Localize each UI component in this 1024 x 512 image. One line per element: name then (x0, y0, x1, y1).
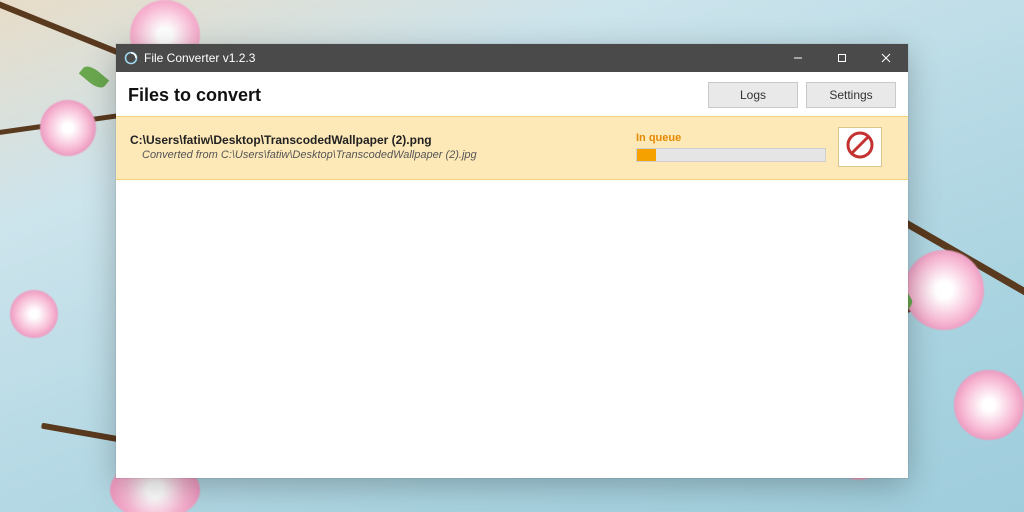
progress-fill (637, 149, 656, 161)
titlebar: File Converter v1.2.3 (116, 44, 908, 72)
source-path-line: Converted from C:\Users\fatiw\Desktop\Tr… (130, 149, 624, 161)
conversion-item: C:\Users\fatiw\Desktop\TranscodedWallpap… (116, 116, 908, 180)
source-prefix: Converted from (142, 149, 221, 161)
target-path: C:\Users\fatiw\Desktop\TranscodedWallpap… (130, 133, 624, 147)
item-paths: C:\Users\fatiw\Desktop\TranscodedWallpap… (130, 133, 624, 161)
logs-button[interactable]: Logs (708, 82, 798, 108)
maximize-button[interactable] (820, 44, 864, 72)
window-title: File Converter v1.2.3 (144, 51, 776, 65)
app-icon (124, 51, 138, 65)
close-button[interactable] (864, 44, 908, 72)
page-title: Files to convert (128, 85, 700, 106)
status-column: In queue (636, 132, 826, 162)
status-label: In queue (636, 132, 826, 144)
header: Files to convert Logs Settings (116, 72, 908, 116)
cancel-button[interactable] (838, 127, 882, 167)
settings-button[interactable]: Settings (806, 82, 896, 108)
cancel-icon (845, 130, 875, 165)
conversion-list: C:\Users\fatiw\Desktop\TranscodedWallpap… (116, 116, 908, 180)
app-window: File Converter v1.2.3 Files to convert L… (116, 44, 908, 478)
progress-bar (636, 148, 826, 162)
minimize-button[interactable] (776, 44, 820, 72)
source-path: C:\Users\fatiw\Desktop\TranscodedWallpap… (221, 149, 477, 161)
